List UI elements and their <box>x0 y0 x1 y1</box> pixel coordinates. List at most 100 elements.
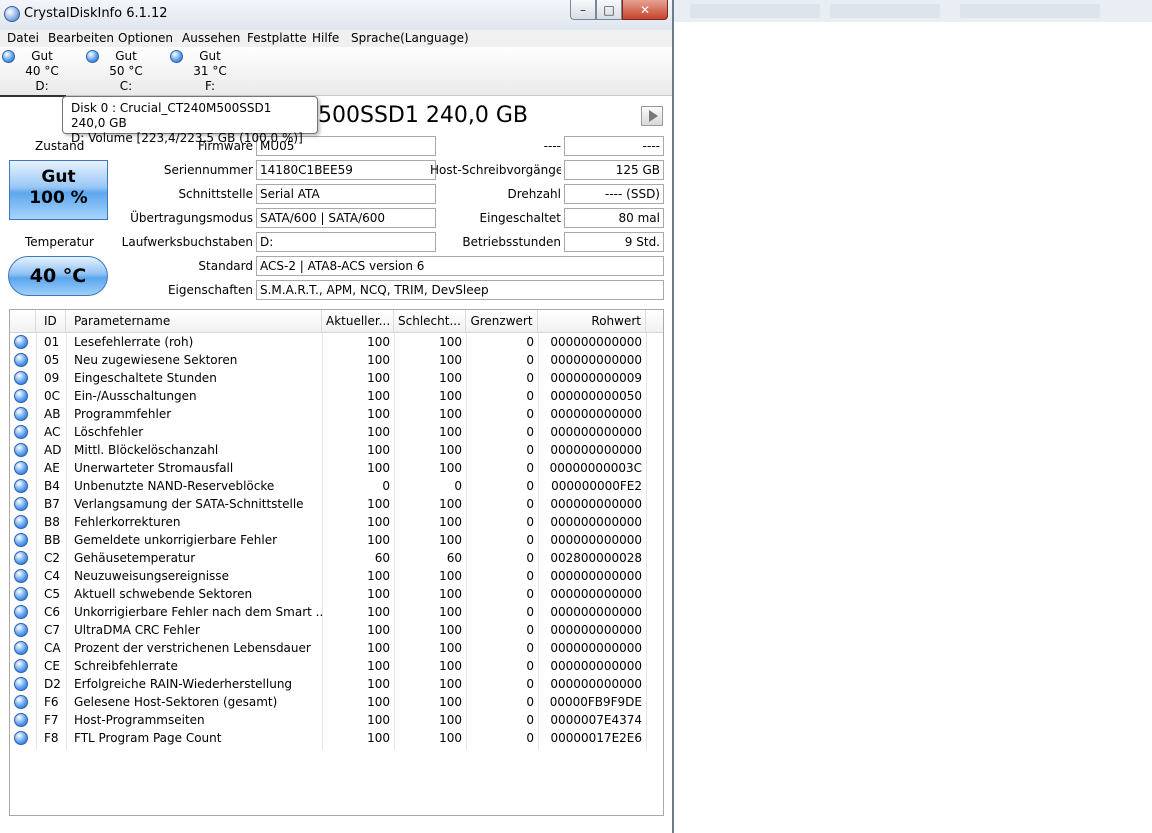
menu-hilfe[interactable]: Hilfe <box>312 30 339 47</box>
table-row[interactable]: 01 Lesefehlerrate (roh) 100 100 0 00000000000… <box>10 333 663 351</box>
cell-raw: 000000000000 <box>550 443 642 457</box>
minimize-button[interactable]: – <box>570 0 596 20</box>
disk-button-d[interactable]: Gut 40 °C D: <box>0 47 82 95</box>
close-button[interactable]: ✕ <box>622 0 668 20</box>
table-row[interactable]: C6 Unkorrigierbare Fehler nach dem Smart … <box>10 603 663 621</box>
cell-id: F6 <box>44 695 59 709</box>
status-good-icon <box>14 371 28 385</box>
maximize-button[interactable]: □ <box>596 0 622 20</box>
column-header-threshold[interactable]: Grenzwert <box>466 310 538 332</box>
table-row[interactable]: F6 Gelesene Host-Sektoren (gesamt) 100 100 0… <box>10 693 663 711</box>
disk-button-f[interactable]: Gut 31 °C F: <box>168 47 250 95</box>
table-row[interactable]: 05 Neu zugewiesene Sektoren 100 100 0 0000000… <box>10 351 663 369</box>
app-disk-icon <box>4 6 20 22</box>
cell-name: Neuzuweisungsereignisse <box>74 569 229 583</box>
cell-name: Eingeschaltete Stunden <box>74 371 217 385</box>
unknown-label: ---- <box>543 139 561 153</box>
column-header-id[interactable]: ID <box>36 310 66 332</box>
cell-raw: 000000000000 <box>550 623 642 637</box>
table-row[interactable]: C2 Gehäusetemperatur 60 60 0 002800000028 <box>10 549 663 567</box>
serial-label: Seriennummer <box>163 163 253 177</box>
cell-threshold: 0 <box>526 425 534 439</box>
table-row[interactable]: AE Unerwarteter Stromausfall 100 100 0 000000… <box>10 459 663 477</box>
cell-worst: 100 <box>439 353 462 367</box>
cell-threshold: 0 <box>526 713 534 727</box>
column-header-icon[interactable] <box>10 310 36 332</box>
table-row[interactable]: AB Programmfehler 100 100 0 000000000000 <box>10 405 663 423</box>
table-row[interactable]: F8 FTL Program Page Count 100 100 0 00000017E… <box>10 729 663 747</box>
table-row[interactable]: AD Mittl. Blöckelöschanzahl 100 100 0 0000000… <box>10 441 663 459</box>
status-good-icon <box>14 731 28 745</box>
cell-worst: 100 <box>439 713 462 727</box>
cell-id: CA <box>44 641 61 655</box>
table-row[interactable]: CE Schreibfehlerrate 100 100 0 000000000000 <box>10 657 663 675</box>
cell-id: 09 <box>44 371 60 385</box>
table-row[interactable]: D2 Erfolgreiche RAIN-Wiederherstellung 100… <box>10 675 663 693</box>
menu-datei[interactable]: Datei <box>7 30 39 47</box>
table-row[interactable]: B7 Verlangsamung der SATA-Schnittstelle 10… <box>10 495 663 513</box>
features-field: S.M.A.R.T., APM, NCQ, TRIM, DevSleep <box>256 280 664 300</box>
menu-sprache[interactable]: Sprache(Language) <box>351 30 469 47</box>
table-row[interactable]: BB Gemeldete unkorrigierbare Fehler 100 100… <box>10 531 663 549</box>
drive-letters-field: D: <box>256 232 436 252</box>
power-on-count-field: 80 mal <box>564 208 664 228</box>
table-row[interactable]: C5 Aktuell schwebende Sektoren 100 100 0 0000… <box>10 585 663 603</box>
disk-status: Gut <box>199 49 221 63</box>
menu-festplatte[interactable]: Festplatte <box>247 30 307 47</box>
disk-drive: C: <box>119 79 133 93</box>
table-row[interactable]: CA Prozent der verstrichenen Lebensdauer 1… <box>10 639 663 657</box>
table-row[interactable]: 09 Eingeschaltete Stunden 100 100 0 000000000… <box>10 369 663 387</box>
table-row[interactable]: 0C Ein-/Ausschaltungen 100 100 0 000000000050 <box>10 387 663 405</box>
cell-current: 0 <box>382 479 390 493</box>
tooltip-line-2: D: Volume [223,4/223,5 GB (100,0 %)] <box>71 131 303 145</box>
cell-name: FTL Program Page Count <box>74 731 222 745</box>
cell-current: 100 <box>367 335 390 349</box>
cell-id: BB <box>44 533 61 547</box>
cell-id: CE <box>44 659 60 673</box>
column-header-name[interactable]: Parametername <box>66 310 322 332</box>
status-good-icon <box>14 605 28 619</box>
health-status-button[interactable]: Gut 100 % <box>9 160 108 220</box>
menu-aussehen[interactable]: Aussehen <box>182 30 240 47</box>
status-good-icon <box>14 551 28 565</box>
menu-bearbeiten[interactable]: Bearbeiten <box>48 30 114 47</box>
table-row[interactable]: B4 Unbenutzte NAND-Reserveblöcke 0 0 0 000000… <box>10 477 663 495</box>
menu-optionen[interactable]: Optionen <box>118 30 173 47</box>
disk-button-c[interactable]: Gut 50 °C C: <box>84 47 166 95</box>
status-good-icon <box>14 389 28 403</box>
cell-current: 100 <box>367 713 390 727</box>
cell-name: Mittl. Blöckelöschanzahl <box>74 443 219 457</box>
crystaldiskinfo-window: CrystalDiskInfo 6.1.12 – □ ✕ Datei Bearb… <box>0 0 674 833</box>
cell-raw: 000000000000 <box>550 353 642 367</box>
cell-id: C7 <box>44 623 61 637</box>
column-header-worst[interactable]: Schlecht... <box>394 310 466 332</box>
table-row[interactable]: AC Löschfehler 100 100 0 000000000000 <box>10 423 663 441</box>
cell-threshold: 0 <box>526 353 534 367</box>
cell-worst: 100 <box>439 569 462 583</box>
cell-threshold: 0 <box>526 659 534 673</box>
cell-threshold: 0 <box>526 731 534 745</box>
cell-current: 100 <box>367 515 390 529</box>
disk-temp: 31 °C <box>193 64 227 78</box>
interface-field: Serial ATA <box>256 184 436 204</box>
cell-id: F7 <box>44 713 59 727</box>
disk-model-title: 500SSD1 240,0 GB <box>318 103 528 128</box>
cell-id: 0C <box>44 389 61 403</box>
cell-name: Verlangsamung der SATA-Schnittstelle <box>74 497 304 511</box>
cell-id: C5 <box>44 587 61 601</box>
table-row[interactable]: C4 Neuzuweisungsereignisse 100 100 0 00000000… <box>10 567 663 585</box>
cell-id: AE <box>44 461 60 475</box>
cell-name: Gemeldete unkorrigierbare Fehler <box>74 533 278 547</box>
column-header-current[interactable]: Aktueller... <box>322 310 394 332</box>
cell-threshold: 0 <box>526 641 534 655</box>
next-disk-arrow-icon[interactable] <box>641 106 663 126</box>
cell-threshold: 0 <box>526 695 534 709</box>
table-row[interactable]: B8 Fehlerkorrekturen 100 100 0 000000000000 <box>10 513 663 531</box>
column-header-raw[interactable]: Rohwert <box>538 310 646 332</box>
cell-worst: 100 <box>439 335 462 349</box>
table-row[interactable]: F7 Host-Programmseiten 100 100 0 0000007E4374 <box>10 711 663 729</box>
title-bar[interactable]: CrystalDiskInfo 6.1.12 – □ ✕ <box>0 0 672 31</box>
status-good-icon <box>14 407 28 421</box>
cell-current: 100 <box>367 623 390 637</box>
table-row[interactable]: C7 UltraDMA CRC Fehler 100 100 0 000000000000 <box>10 621 663 639</box>
